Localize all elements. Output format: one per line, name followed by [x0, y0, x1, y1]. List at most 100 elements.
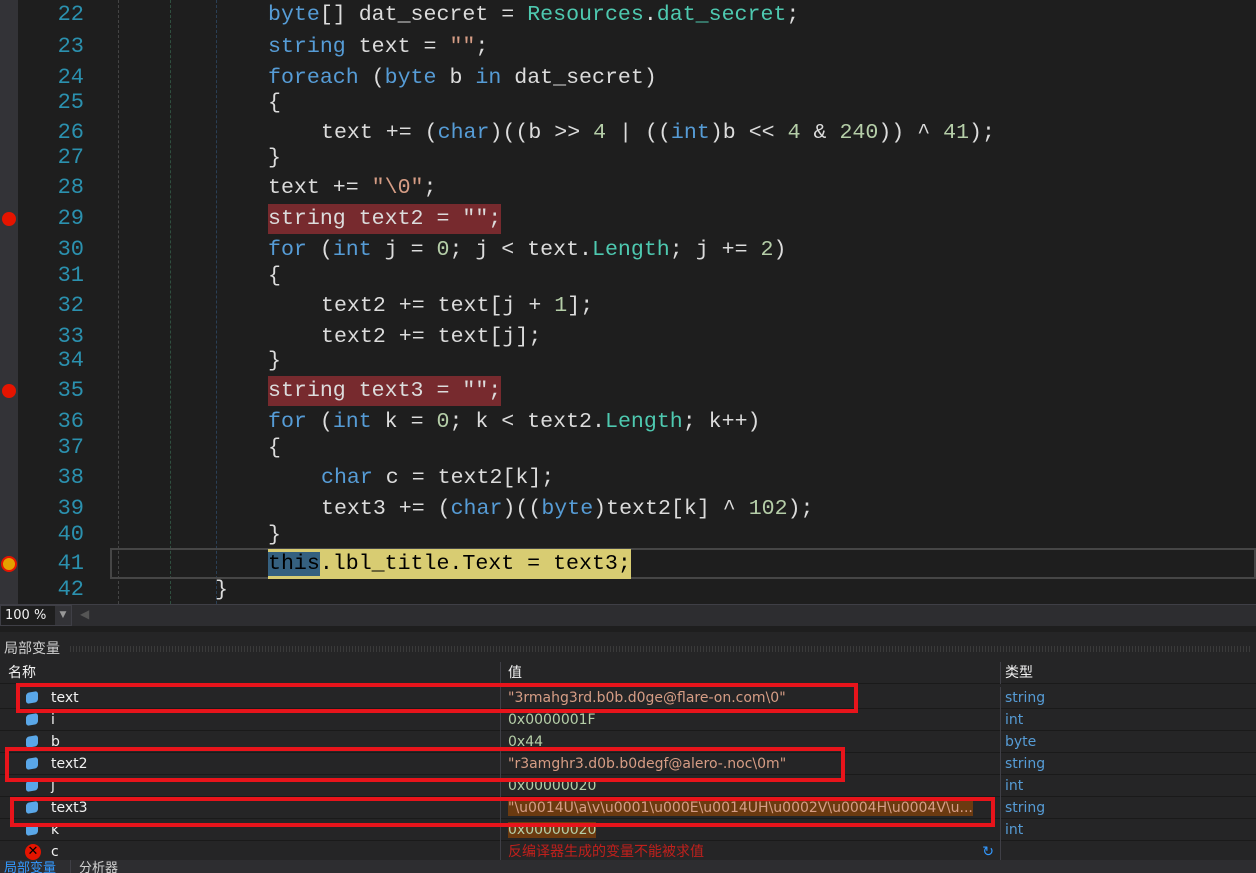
tab-locals[interactable]: 局部变量: [4, 860, 56, 873]
code-text: text2 += text[j + 1];: [321, 291, 593, 321]
code-line[interactable]: 37 {: [0, 433, 1256, 463]
code-line[interactable]: 23 string text = "";: [0, 32, 1256, 62]
line-number: 40: [57, 522, 84, 547]
scroll-left-icon[interactable]: ◀: [80, 607, 89, 621]
code-line[interactable]: 27}: [0, 143, 1256, 173]
column-header-type[interactable]: 类型: [1000, 662, 1256, 684]
column-header-value[interactable]: 值: [500, 662, 1000, 684]
code-token: int: [332, 410, 372, 434]
code-token: 41: [943, 121, 970, 145]
zoom-select[interactable]: 100 % ▼: [0, 605, 72, 626]
code-token: ;: [423, 176, 437, 200]
code-token: text2 += text[j +: [321, 294, 555, 318]
annotation-highlight-box: [16, 683, 858, 713]
code-token: {: [268, 264, 281, 288]
breakpoint-icon[interactable]: [2, 384, 16, 398]
code-line[interactable]: 42}: [0, 575, 1256, 604]
code-line[interactable]: 38 char c = text2[k];: [0, 463, 1256, 493]
code-line[interactable]: 34}: [0, 346, 1256, 376]
code-token: "\0": [371, 176, 424, 200]
code-token: )text2[k] ^: [593, 497, 749, 521]
code-token: | ((: [606, 121, 671, 145]
code-token: ];: [567, 294, 594, 318]
code-token: text3 += (: [321, 497, 451, 521]
code-line[interactable]: 35 string text3 = "";: [0, 376, 1256, 406]
line-number: 27: [57, 145, 84, 170]
code-token: ; j < text.: [449, 238, 593, 262]
line-number: 23: [57, 34, 84, 59]
line-number: 38: [57, 465, 84, 490]
code-token: Length: [592, 238, 670, 262]
code-token: )((b >>: [489, 121, 594, 145]
code-token: char: [437, 121, 490, 145]
code-token: byte: [541, 497, 594, 521]
editor-status-bar: 100 % ▼ ◀: [0, 604, 1256, 626]
code-token: string: [268, 35, 346, 59]
line-number: 42: [57, 577, 84, 602]
variable-type: string: [1000, 687, 1256, 709]
code-token: );: [787, 497, 814, 521]
code-token: b: [436, 66, 476, 90]
current-statement-arrow-icon[interactable]: [1, 556, 17, 572]
line-number: 32: [57, 293, 84, 318]
code-line[interactable]: 31 {: [0, 261, 1256, 291]
code-token: char: [321, 466, 373, 490]
code-token: string text3 = "";: [268, 379, 502, 403]
variable-type: int: [1000, 819, 1256, 841]
line-number: 29: [57, 206, 84, 231]
variable-type: int: [1000, 775, 1256, 797]
code-text: }: [215, 575, 228, 604]
code-line[interactable]: 29 string text2 = "";: [0, 204, 1256, 234]
code-token: .lbl_title.Text = text3;: [319, 552, 631, 576]
code-token: 240: [839, 121, 879, 145]
code-token: ; j +=: [669, 238, 761, 262]
code-token: j =: [371, 238, 437, 262]
code-editor[interactable]: 22 byte[] dat_secret = Resources.dat_secr…: [0, 0, 1256, 604]
chevron-down-icon[interactable]: ▼: [55, 606, 71, 625]
line-number: 37: [57, 435, 84, 460]
code-line[interactable]: 28 text += "\0";: [0, 173, 1256, 203]
variable-icon: [26, 712, 38, 727]
code-token: c = text2[k];: [372, 466, 555, 490]
line-number: 34: [57, 348, 84, 373]
error-icon: ✕: [25, 844, 41, 860]
locals-panel-header: 局部变量: [0, 632, 1256, 660]
code-token: text =: [345, 35, 450, 59]
code-token: 2: [760, 238, 774, 262]
code-token: text += (: [321, 121, 438, 145]
code-token: .: [643, 3, 657, 27]
code-token: in: [475, 66, 502, 90]
code-token: string text2 = "";: [268, 207, 502, 231]
code-token: &: [800, 121, 840, 145]
code-token: for: [268, 410, 307, 434]
code-token: (: [306, 238, 333, 262]
annotation-highlight-box: [5, 747, 845, 782]
code-token: k =: [371, 410, 437, 434]
code-line[interactable]: 32 text2 += text[j + 1];: [0, 291, 1256, 321]
code-token: ; k++): [682, 410, 761, 434]
code-text: text += "\0";: [268, 173, 436, 203]
code-line[interactable]: 22 byte[] dat_secret = Resources.dat_secr…: [0, 0, 1256, 30]
code-line[interactable]: 40}: [0, 520, 1256, 550]
column-header-name[interactable]: 名称: [0, 662, 500, 684]
code-line[interactable]: 25 {: [0, 88, 1256, 118]
code-token: }: [215, 578, 228, 602]
code-text: string text3 = "";: [268, 376, 502, 406]
line-number: 31: [57, 263, 84, 288]
tab-analyzer[interactable]: 分析器: [70, 860, 118, 873]
breakpoint-icon[interactable]: [2, 212, 16, 226]
code-token: for: [268, 238, 307, 262]
zoom-level: 100 %: [5, 608, 47, 623]
panel-grip[interactable]: [70, 646, 1252, 652]
variable-type: int: [1000, 709, 1256, 731]
code-text: string text = "";: [268, 32, 488, 62]
code-token: foreach: [268, 66, 359, 90]
code-text: string text2 = "";: [268, 204, 502, 234]
code-token: [] dat_secret =: [319, 3, 528, 27]
code-token: ; k < text2.: [449, 410, 605, 434]
code-token: int: [332, 238, 372, 262]
line-number: 25: [57, 90, 84, 115]
code-token: {: [268, 91, 281, 115]
code-token: dat_secret): [501, 66, 657, 90]
line-number: 28: [57, 175, 84, 200]
